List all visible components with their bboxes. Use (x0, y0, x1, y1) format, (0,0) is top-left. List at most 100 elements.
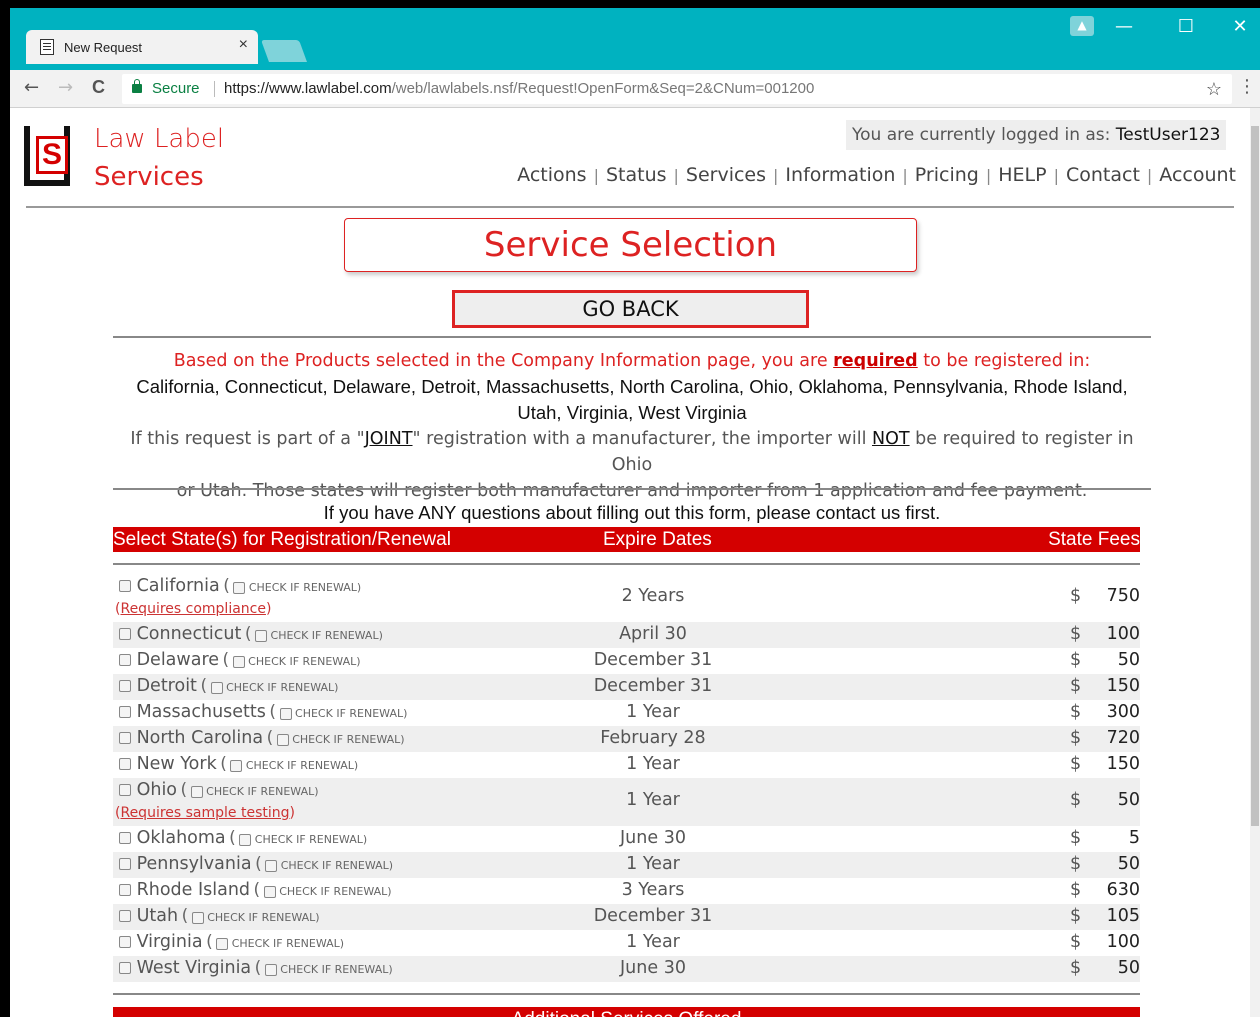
state-fee: 105 (1106, 906, 1140, 926)
renewal-checkbox[interactable] (255, 630, 268, 642)
requirement-link[interactable]: Requires sample testing (120, 805, 289, 821)
renewal-option: ( CHECK IF RENEWAL) (217, 754, 359, 774)
forward-icon[interactable]: → (58, 77, 73, 98)
expire-date: 3 Years (621, 880, 685, 900)
dollar-sign: $ (1070, 958, 1082, 978)
state-checkbox[interactable] (119, 832, 131, 844)
page-title: Service Selection (344, 218, 917, 272)
scrollbar[interactable] (1250, 108, 1260, 1017)
renewal-label: CHECK IF RENEWAL) (245, 759, 359, 772)
state-checkbox[interactable] (119, 884, 131, 896)
scrollbar-thumb[interactable] (1251, 126, 1259, 826)
required-link[interactable]: required (833, 351, 918, 371)
table-header: Select State(s) for Registration/Renewal… (113, 527, 1140, 552)
renewal-checkbox[interactable] (216, 938, 229, 950)
minimize-button[interactable]: — (1104, 14, 1144, 40)
renewal-checkbox[interactable] (263, 886, 276, 898)
go-back-button[interactable]: GO BACK (452, 290, 809, 328)
browser-menu-icon[interactable]: ⋮ (1238, 76, 1256, 97)
nav-services[interactable]: Services (686, 164, 766, 186)
renewal-label: CHECK IF RENEWAL) (279, 885, 392, 898)
nav-account[interactable]: Account (1159, 164, 1236, 186)
state-checkbox[interactable] (119, 784, 131, 796)
state-checkbox[interactable] (119, 910, 131, 922)
nav-status[interactable]: Status (606, 164, 667, 186)
expire-date: 2 Years (621, 586, 685, 606)
new-tab-button[interactable] (260, 40, 308, 62)
renewal-checkbox[interactable] (233, 582, 246, 594)
profile-icon[interactable]: ▲ (1070, 16, 1094, 36)
renewal-checkbox[interactable] (190, 786, 203, 798)
nav-pricing[interactable]: Pricing (915, 164, 979, 186)
table-row: Pennsylvania ( CHECK IF RENEWAL) 1 Year $5… (113, 852, 1140, 878)
renewal-option: ( CHECK IF RENEWAL) (177, 780, 319, 800)
dollar-sign: $ (1070, 932, 1082, 952)
state-fee: 50 (1117, 854, 1140, 874)
requirement-link[interactable]: Requires compliance (120, 601, 266, 617)
renewal-checkbox[interactable] (191, 912, 204, 924)
dollar-sign: $ (1070, 906, 1082, 926)
renewal-checkbox[interactable] (232, 656, 245, 668)
expire-date: February 28 (600, 728, 706, 748)
dollar-sign: $ (1070, 828, 1082, 848)
state-checkbox[interactable] (119, 758, 131, 770)
url-input[interactable]: Secure https://www.lawlabel.com/web/lawl… (122, 74, 1232, 104)
nav-separator: | (902, 166, 908, 185)
brand-name-line1[interactable]: Law Label (94, 124, 224, 154)
browser-tab[interactable]: New Request × (26, 30, 258, 64)
renewal-checkbox[interactable] (239, 834, 252, 846)
table-row: California ( CHECK IF RENEWAL) (Requires … (113, 574, 1140, 622)
table-row: Utah ( CHECK IF RENEWAL) December 31 $105 (113, 904, 1140, 930)
renewal-option: ( CHECK IF RENEWAL) (226, 828, 367, 848)
reload-icon[interactable]: C (92, 77, 105, 98)
state-checkbox[interactable] (119, 654, 131, 666)
back-icon[interactable]: ← (24, 77, 39, 98)
renewal-option: ( CHECK IF RENEWAL) (219, 650, 361, 670)
bookmark-star-icon[interactable]: ☆ (1206, 74, 1222, 104)
dollar-sign: $ (1070, 754, 1082, 774)
browser-window: New Request × ▲ — ☐ ✕ ← → C Secure https… (10, 8, 1260, 1017)
state-name: North Carolina (136, 728, 264, 748)
dollar-sign: $ (1070, 728, 1082, 748)
nav-information[interactable]: Information (785, 164, 895, 186)
renewal-label: CHECK IF RENEWAL) (231, 937, 345, 950)
paren: ( (269, 702, 277, 722)
page-content: S Law Label Services You are currently l… (10, 108, 1250, 1017)
nav-help[interactable]: HELP (998, 164, 1046, 186)
state-checkbox[interactable] (119, 706, 131, 718)
renewal-option: ( CHECK IF RENEWAL) (251, 958, 393, 978)
state-checkbox[interactable] (119, 858, 131, 870)
state-checkbox[interactable] (119, 628, 131, 640)
nav-separator: | (985, 166, 992, 185)
renewal-option: ( CHECK IF RENEWAL) (252, 854, 394, 874)
dollar-sign: $ (1070, 854, 1082, 874)
renewal-checkbox[interactable] (264, 964, 277, 976)
state-fee: 100 (1106, 932, 1140, 952)
state-checkbox[interactable] (119, 962, 131, 974)
renewal-option: ( CHECK IF RENEWAL) (220, 576, 361, 596)
tab-close-icon[interactable]: × (239, 36, 248, 54)
state-checkbox[interactable] (119, 732, 131, 744)
maximize-button[interactable]: ☐ (1166, 14, 1206, 40)
state-name: Detroit (136, 676, 197, 696)
renewal-label: CHECK IF RENEWAL) (280, 859, 394, 872)
state-name: Massachusetts (136, 702, 266, 722)
state-name: Oklahoma (136, 828, 226, 848)
paren: ( (220, 754, 227, 774)
renewal-checkbox[interactable] (279, 708, 292, 720)
renewal-checkbox[interactable] (230, 760, 243, 772)
state-checkbox[interactable] (119, 936, 131, 948)
dollar-sign: $ (1070, 650, 1082, 670)
state-fee: 300 (1106, 702, 1140, 722)
renewal-checkbox[interactable] (210, 682, 223, 694)
state-checkbox[interactable] (119, 580, 131, 592)
nav-contact[interactable]: Contact (1066, 164, 1140, 186)
header-expire: Expire Dates (603, 529, 712, 550)
renewal-checkbox[interactable] (276, 734, 289, 746)
state-fee: 50 (1117, 650, 1140, 670)
renewal-checkbox[interactable] (265, 860, 278, 872)
nav-actions[interactable]: Actions (517, 164, 586, 186)
brand-name-line2[interactable]: Services (94, 162, 204, 192)
close-window-button[interactable]: ✕ (1220, 14, 1260, 40)
state-checkbox[interactable] (119, 680, 131, 692)
